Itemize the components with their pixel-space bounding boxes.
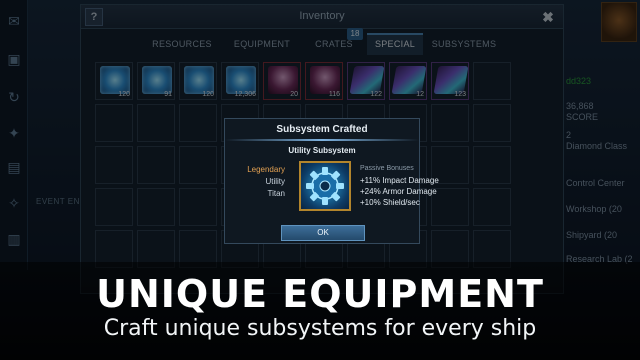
rarity-label: Legendary bbox=[247, 165, 285, 174]
passive-bonuses-header: Passive Bonuses bbox=[360, 165, 414, 172]
ok-button[interactable]: OK bbox=[281, 225, 365, 241]
type-label: Utility bbox=[265, 177, 285, 186]
ship-class-label: Titan bbox=[267, 189, 286, 198]
item-name: Utility Subsystem bbox=[288, 146, 356, 155]
bonus-shield: +10% Shield/sec bbox=[360, 198, 420, 207]
dialog-title: Subsystem Crafted bbox=[276, 124, 368, 135]
title-glow-divider bbox=[225, 139, 419, 141]
gear-icon bbox=[299, 161, 351, 211]
banner-title: UNIQUE EQUIPMENT bbox=[96, 272, 544, 316]
subsystem-crafted-dialog: Subsystem Crafted Utility Subsystem Lege… bbox=[224, 118, 439, 244]
bonus-impact-damage: +11% Impact Damage bbox=[360, 176, 439, 185]
banner-subtitle: Craft unique subsystems for every ship bbox=[103, 316, 537, 341]
bonus-armor-damage: +24% Armor Damage bbox=[360, 187, 437, 196]
